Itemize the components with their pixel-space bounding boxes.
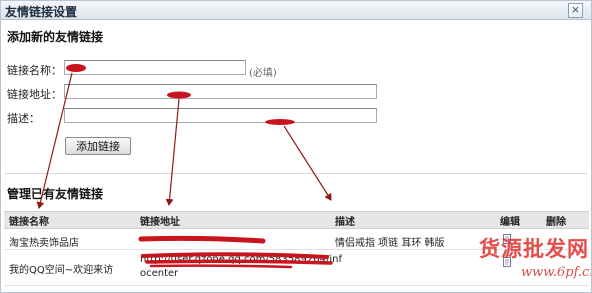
description-input[interactable]	[64, 108, 377, 123]
row-link-url-continued[interactable]: ocenter	[140, 268, 178, 279]
dialog-titlebar	[1, 1, 591, 20]
close-icon[interactable]: ×	[571, 3, 580, 16]
column-header-edit: 编辑	[500, 217, 520, 228]
link-name-input[interactable]	[64, 60, 246, 75]
column-header-url: 链接地址	[140, 217, 180, 228]
close-button[interactable]: ×	[568, 3, 583, 18]
column-header-delete: 删除	[546, 217, 566, 228]
row-link-name: 我的QQ空间~欢迎来访	[9, 265, 114, 276]
add-section-heading: 添加新的友情链接	[7, 30, 104, 44]
required-hint: (必填)	[249, 68, 277, 79]
row-description: 情侣戒指 项链 耳环 韩版	[335, 238, 445, 249]
watermark-url: www.6pf.cn	[521, 265, 592, 280]
dialog-title: 友情链接设置	[5, 5, 78, 19]
row-link-name: 淘宝热卖饰品店	[9, 238, 79, 249]
add-link-button[interactable]: 添加链接	[65, 137, 131, 155]
column-header-description: 描述	[335, 217, 355, 228]
watermark-logo-text: 货源批发网	[479, 236, 589, 261]
link-name-label: 链接名称：	[7, 64, 62, 77]
link-url-label: 链接地址：	[7, 88, 62, 101]
redaction-scribble-row2-url	[149, 264, 293, 269]
link-url-input[interactable]	[64, 84, 377, 99]
section-divider	[5, 173, 587, 174]
row-separator	[4, 285, 589, 286]
row-link-url[interactable]: http://user.qzone.qq.com/583589264/inf	[140, 254, 342, 265]
column-header-name: 链接名称	[9, 217, 49, 228]
friend-links-dialog: 友情链接设置 × 添加新的友情链接 链接名称： (必填) 链接地址： 描述： 添…	[0, 0, 592, 293]
annotation-arrow-description	[283, 125, 332, 201]
description-label: 描述：	[7, 112, 40, 125]
manage-section-heading: 管理已有友情链接	[7, 187, 104, 201]
redaction-scribble-row1-url	[138, 235, 266, 244]
